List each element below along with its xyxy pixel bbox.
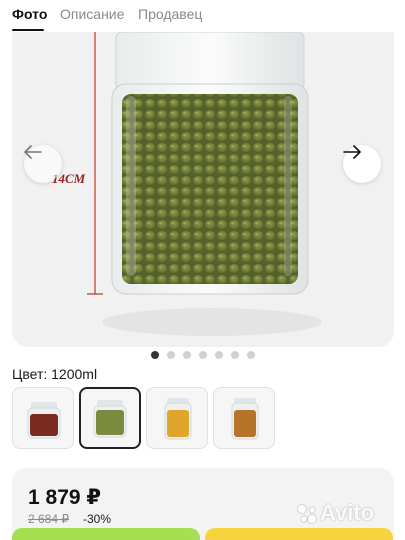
variant-thumb-red-beans[interactable] [12,387,74,449]
variant-label: Цвет: 1200ml [12,366,98,382]
prev-photo-button[interactable] [24,145,62,183]
jar-thumbnail [164,398,192,440]
contact-seller-button[interactable] [205,528,393,540]
buy-button[interactable] [12,528,200,540]
pagination-dot[interactable] [183,351,191,359]
active-tab-indicator [12,29,44,31]
variant-thumb-mung-beans[interactable] [79,387,141,449]
pagination-dot[interactable] [231,351,239,359]
old-price: 2 684 ₽ [28,512,69,526]
photo-gallery[interactable]: 14CM [12,32,394,347]
arrow-right-icon [343,145,361,159]
avito-logo-icon [297,504,317,524]
tab-seller[interactable]: Продавец [138,6,202,22]
tab-photo[interactable]: Фото [12,6,47,22]
pagination-dot[interactable] [247,351,255,359]
tab-description[interactable]: Описание [60,6,124,22]
gallery-pagination [0,351,405,359]
variant-thumb-corn[interactable] [146,387,208,449]
variant-thumb-spices[interactable] [213,387,275,449]
discount-badge: -30% [83,512,112,526]
product-photo [12,32,394,347]
next-photo-button[interactable] [343,145,381,183]
jar-thumbnail [27,402,61,439]
jar-thumbnail [93,400,127,438]
watermark-text: Avito [320,500,375,525]
pagination-dot[interactable] [215,351,223,359]
pagination-dot[interactable] [167,351,175,359]
pagination-dot[interactable] [151,351,159,359]
arrow-left-icon [24,145,42,159]
tab-bar: Фото Описание Продавец [0,0,405,32]
jar-thumbnail [231,398,259,440]
current-price: 1 879 ₽ [28,486,101,509]
pagination-dot[interactable] [199,351,207,359]
